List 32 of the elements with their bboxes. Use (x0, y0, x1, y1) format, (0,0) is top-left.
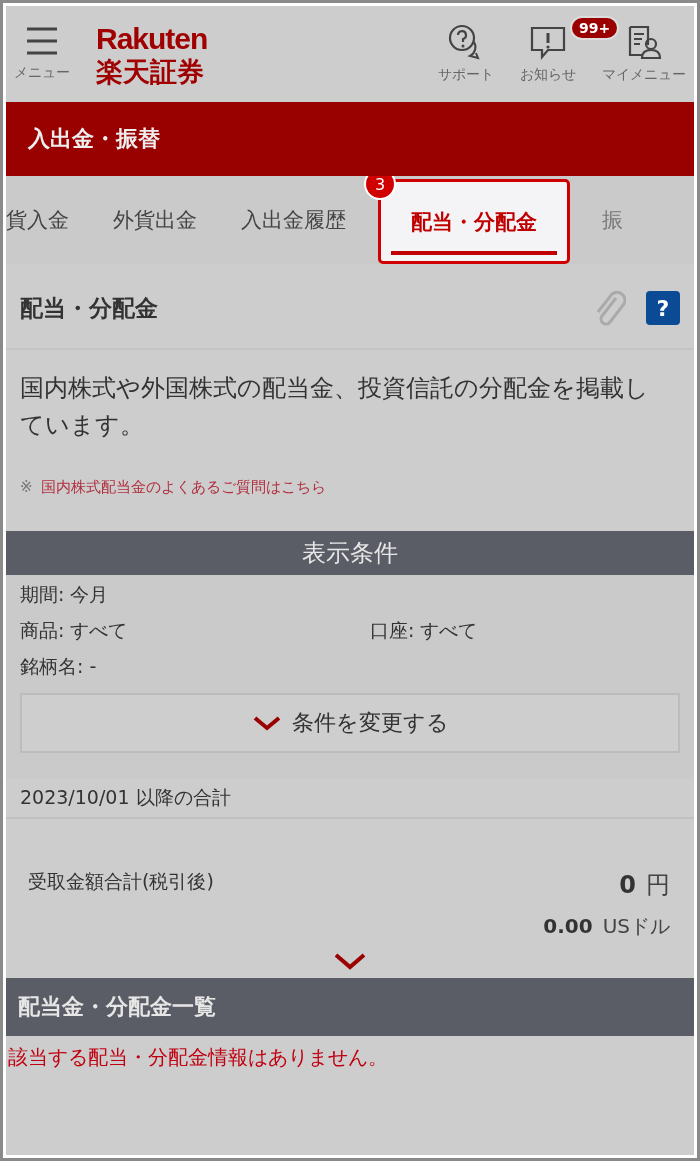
empty-message: 該当する配当・分配金情報はありません。 (8, 1044, 389, 1072)
alert-bubble-icon (528, 24, 568, 60)
expand-chevron-icon[interactable] (333, 952, 367, 971)
faq-link[interactable]: 国内株式配当金のよくあるご質問はこちら (40, 478, 326, 498)
total-label: 受取金額合計(税引後) (28, 869, 214, 895)
section-heading: 配当金・分配金一覧 (18, 993, 216, 1022)
condition-text: 銘柄名: - (20, 654, 97, 680)
condition-text: 商品: すべて (20, 618, 129, 644)
currency-unit: 円 (646, 870, 670, 902)
chevron-down-icon (251, 715, 282, 732)
yen-amount: 0 (619, 871, 636, 900)
usd-amount: 0.00 (543, 914, 593, 939)
page-title: 配当・分配金 (20, 293, 159, 323)
change-conditions-button[interactable]: 条件を変更する (20, 693, 680, 754)
logo[interactable]: Rakuten 楽天証券 (96, 23, 208, 85)
count-badge: 99+ (570, 16, 620, 40)
condition-text: 期間: 今月 (20, 582, 109, 608)
currency-unit: USドル (602, 913, 670, 941)
section-heading: 表示条件 (302, 538, 398, 570)
note-mark: ※ (20, 478, 33, 498)
tab[interactable]: 外貨出金 (91, 176, 219, 264)
total-heading: 2023/10/01 以降の合計 (20, 785, 231, 811)
menu-button[interactable]: メニュー (14, 26, 70, 82)
tab[interactable]: 貨入金 (6, 176, 91, 264)
step-badge: 3 (364, 176, 396, 200)
help-icon[interactable]: ? (646, 291, 680, 325)
description: 国内株式や外国株式の配当金、投資信託の分配金を掲載しています。 (20, 373, 650, 442)
condition-text: 口座: すべて (370, 618, 478, 644)
support-button[interactable]: サポート (438, 24, 494, 84)
tab[interactable]: 振 (580, 176, 623, 264)
section-title: 入出金・振替 (28, 125, 160, 153)
menu-icon (25, 26, 59, 56)
